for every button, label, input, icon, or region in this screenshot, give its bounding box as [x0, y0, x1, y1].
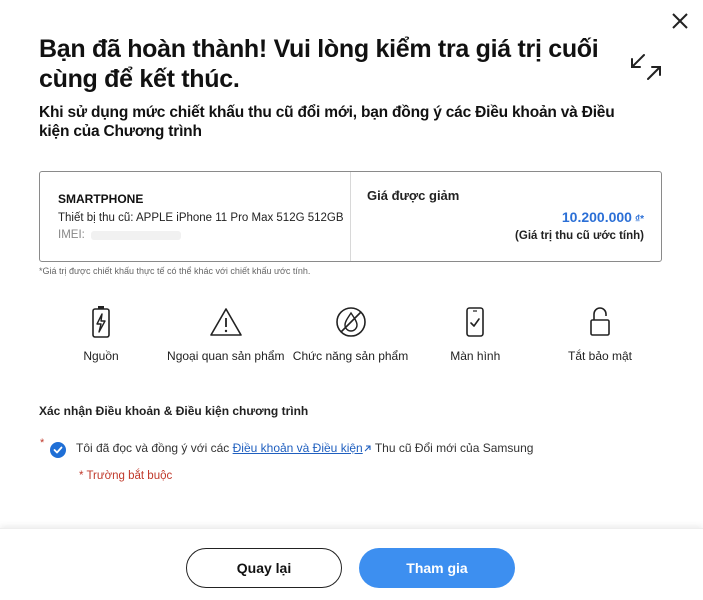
condition-list: Nguồn Ngoại quan sản phẩm Chức năng sản … [39, 305, 662, 364]
discount-price: 10.200.000 [561, 209, 632, 225]
condition-item-appearance: Ngoại quan sản phẩm [164, 305, 288, 364]
warning-triangle-icon [209, 305, 243, 339]
condition-item-power: Nguồn [39, 305, 163, 364]
terms-text-after: Thu cũ Đổi mới của Samsung [371, 441, 534, 455]
required-field-note: * Trường bắt buộc [79, 470, 173, 482]
condition-label: Ngoại quan sản phẩm [167, 349, 285, 363]
close-button[interactable] [668, 9, 692, 33]
terms-text-before: Tôi đã đọc và đồng ý với các [76, 441, 233, 455]
terms-heading: Xác nhận Điều khoản & Điều kiện chương t… [39, 404, 309, 418]
condition-label: Tắt bảo mật [567, 349, 633, 363]
join-button[interactable]: Tham gia [359, 548, 515, 588]
condition-item-security: Tắt bảo mật [538, 305, 662, 364]
water-damage-icon [334, 305, 368, 339]
terms-link[interactable]: Điều khoản và Điều kiện [233, 441, 372, 455]
footer-bar [0, 528, 703, 600]
device-imei: IMEI: [58, 228, 350, 243]
expand-button[interactable] [629, 51, 663, 83]
terms-link-label: Điều khoản và Điều kiện [232, 441, 363, 455]
device-type: SMARTPHONE [58, 192, 144, 206]
discount-info: Giá được giảm 10.200.000 ₫* (Giá trị thu… [351, 172, 661, 261]
condition-item-screen: Màn hình [413, 305, 537, 364]
condition-label: Nguồn [83, 349, 119, 363]
checkmark-icon [53, 446, 63, 454]
imei-label: IMEI: [58, 229, 85, 241]
back-button[interactable]: Quay lại [186, 548, 342, 588]
device-name: Thiết bị thu cũ: APPLE iPhone 11 Pro Max… [58, 212, 344, 224]
battery-icon [84, 305, 118, 339]
device-summary-card: SMARTPHONE Thiết bị thu cũ: APPLE iPhone… [39, 171, 662, 262]
discount-label: Giá được giảm [367, 188, 460, 203]
terms-agreement-text: Tôi đã đọc và đồng ý với các Điều khoản … [76, 441, 533, 455]
condition-label: Màn hình [450, 349, 501, 363]
imei-value-masked [90, 231, 181, 240]
external-link-icon [364, 445, 371, 452]
page-subtitle: Khi sử dụng mức chiết khấu thu cũ đổi mớ… [39, 104, 615, 140]
price-row: 10.200.000 ₫* [562, 209, 644, 225]
currency-symbol: ₫* [634, 214, 644, 225]
device-info: SMARTPHONE Thiết bị thu cũ: APPLE iPhone… [40, 172, 351, 261]
condition-item-function: Chức năng sản phẩm [289, 305, 413, 364]
condition-label: Chức năng sản phẩm [292, 349, 409, 363]
terms-checkbox[interactable] [50, 442, 66, 458]
unlock-icon [583, 305, 617, 339]
required-star: * [40, 437, 45, 449]
phone-screen-icon [458, 305, 492, 339]
expand-arrows-icon [631, 54, 661, 80]
price-note: (Giá trị thu cũ ước tính) [515, 230, 644, 242]
disclaimer-text: *Giá trị được chiết khấu thực tế có thể … [39, 266, 311, 276]
page-title: Bạn đã hoàn thành! Vui lòng kiểm tra giá… [39, 35, 599, 93]
close-icon [672, 13, 688, 29]
